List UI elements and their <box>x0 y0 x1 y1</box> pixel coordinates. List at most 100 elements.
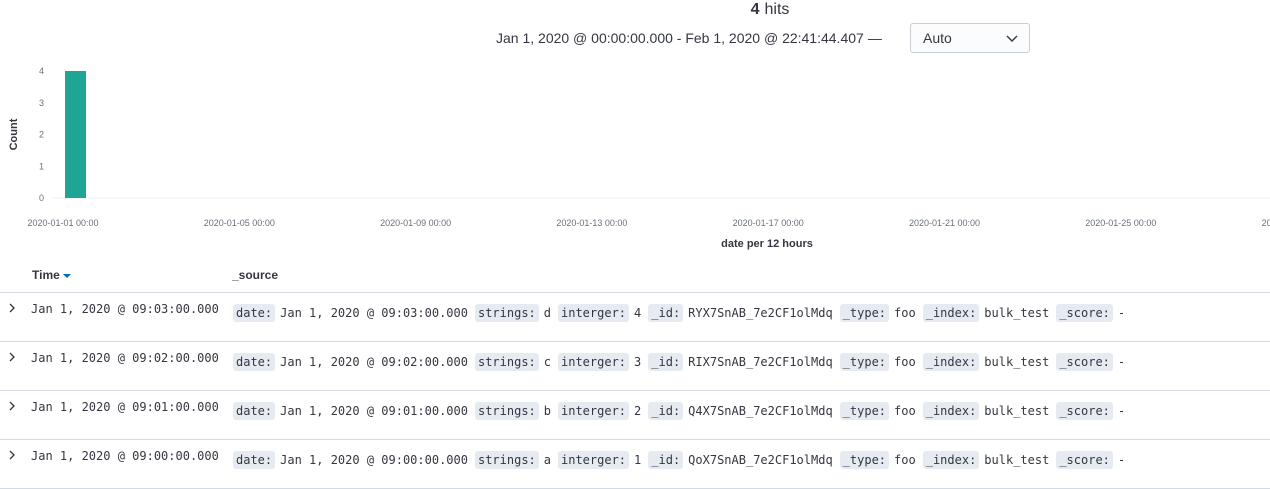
source-field-key: date: <box>233 402 276 420</box>
source-field-value: - <box>1117 355 1126 369</box>
source-field-key: _id: <box>648 304 684 322</box>
source-field-value: 2 <box>634 404 642 418</box>
x-axis-label: date per 12 hours <box>721 238 813 250</box>
row-time: Jan 1, 2020 @ 09:00:00.000 <box>31 449 219 463</box>
row-source: date: Jan 1, 2020 @ 09:01:00.000 strings: b… <box>233 402 1132 420</box>
source-field-value: 4 <box>634 306 642 320</box>
sort-descending-icon[interactable] <box>62 273 71 278</box>
column-header-source: _source <box>232 268 279 282</box>
time-range: Jan 1, 2020 @ 00:00:00.000 - Feb 1, 2020… <box>496 23 882 53</box>
y-tick-label: 4 <box>39 66 44 76</box>
chevron-down-icon <box>1006 35 1018 42</box>
row-source: date: Jan 1, 2020 @ 09:00:00.000 strings: a… <box>233 451 1132 469</box>
source-field-key: _index: <box>922 353 980 371</box>
hits-summary: 4 hits <box>0 0 1270 20</box>
source-field-key: _id: <box>648 451 684 469</box>
x-tick-label: 2020-01-25 00:00 <box>1085 218 1156 228</box>
source-field-value: Q4X7SnAB_7e2CF1olMdq <box>688 404 833 418</box>
source-field-key: _id: <box>648 402 684 420</box>
column-header-time[interactable]: Time <box>32 268 71 282</box>
source-field-key: _score: <box>1056 402 1113 420</box>
x-tick-label: 2020-01-21 00:00 <box>909 218 980 228</box>
source-field-value: 1 <box>634 453 642 467</box>
source-field-key: strings: <box>474 402 539 420</box>
row-time: Jan 1, 2020 @ 09:03:00.000 <box>31 302 219 316</box>
histogram-bar <box>65 71 86 198</box>
table-row: Jan 1, 2020 @ 09:02:00.000 date: Jan 1, 20… <box>0 341 1270 391</box>
source-field-key: interger: <box>558 402 630 420</box>
table-row: Jan 1, 2020 @ 09:00:00.000 date: Jan 1, 20… <box>0 439 1270 489</box>
source-field-value: - <box>1117 306 1126 320</box>
source-field-key: _type: <box>839 353 890 371</box>
row-time: Jan 1, 2020 @ 09:01:00.000 <box>31 400 219 414</box>
y-tick-label: 1 <box>39 161 44 171</box>
source-field-value: d <box>543 306 551 320</box>
source-field-key: date: <box>233 451 276 469</box>
source-field-value: foo <box>894 355 916 369</box>
table-header: Time _source <box>0 262 1270 293</box>
hits-count: 4 <box>750 1 760 18</box>
hits-label: hits <box>764 1 790 18</box>
expand-row-icon[interactable] <box>6 302 18 314</box>
y-tick-label: 3 <box>39 98 44 108</box>
source-field-value: - <box>1117 453 1126 467</box>
x-tick-label: 2020-01-13 00:00 <box>556 218 627 228</box>
source-field-value: Jan 1, 2020 @ 09:01:00.000 <box>280 404 468 418</box>
source-field-value: foo <box>894 453 916 467</box>
table-row: Jan 1, 2020 @ 09:03:00.000 date: Jan 1, 20… <box>0 292 1270 342</box>
row-source: date: Jan 1, 2020 @ 09:03:00.000 strings: d… <box>233 304 1132 322</box>
source-field-key: _index: <box>922 304 980 322</box>
y-tick-label: 2 <box>39 130 44 140</box>
x-tick-label: 2020-01-01 00:00 <box>27 218 98 228</box>
source-field-key: strings: <box>474 451 539 469</box>
source-field-value: bulk_test <box>984 306 1050 320</box>
source-field-value: Jan 1, 2020 @ 09:03:00.000 <box>280 306 468 320</box>
expand-row-icon[interactable] <box>6 400 18 412</box>
source-field-key: date: <box>233 304 276 322</box>
source-field-value: 3 <box>634 355 642 369</box>
time-range-separator: — <box>867 30 882 46</box>
table-row: Jan 1, 2020 @ 09:01:00.000 date: Jan 1, 20… <box>0 390 1270 440</box>
y-axis-label: Count <box>8 118 20 150</box>
source-field-value: foo <box>894 404 916 418</box>
x-tick-label: 2020-01-29 00:00 <box>1262 218 1270 228</box>
expand-row-icon[interactable] <box>6 351 18 363</box>
histogram-chart: 0 1 2 3 4 Count 2020-01-01 00:00 2020-01-05 00:… <box>8 66 1270 250</box>
source-field-key: date: <box>233 353 276 371</box>
source-field-value: bulk_test <box>984 404 1050 418</box>
source-field-value: b <box>543 404 551 418</box>
source-field-key: interger: <box>558 304 630 322</box>
interval-selected-value: Auto <box>923 30 952 46</box>
x-tick-label: 2020-01-05 00:00 <box>204 218 275 228</box>
interval-select[interactable]: Auto <box>910 23 1030 53</box>
source-field-key: interger: <box>558 451 630 469</box>
time-range-text: Jan 1, 2020 @ 00:00:00.000 - Feb 1, 2020… <box>496 30 864 46</box>
source-field-key: _type: <box>839 451 890 469</box>
source-field-value: Jan 1, 2020 @ 09:02:00.000 <box>280 355 468 369</box>
source-field-value: foo <box>894 306 916 320</box>
source-field-value: QoX7SnAB_7e2CF1olMdq <box>688 453 833 467</box>
source-field-value: RIX7SnAB_7e2CF1olMdq <box>688 355 833 369</box>
source-field-key: strings: <box>474 353 539 371</box>
source-field-key: _id: <box>648 353 684 371</box>
source-field-value: - <box>1117 404 1126 418</box>
source-field-value: c <box>543 355 551 369</box>
source-field-value: RYX7SnAB_7e2CF1olMdq <box>688 306 833 320</box>
source-field-key: _score: <box>1056 451 1113 469</box>
source-field-key: _type: <box>839 304 890 322</box>
x-tick-label: 2020-01-09 00:00 <box>380 218 451 228</box>
expand-row-icon[interactable] <box>6 449 18 461</box>
y-tick-label: 0 <box>39 193 44 203</box>
source-field-key: _score: <box>1056 353 1113 371</box>
source-field-key: strings: <box>474 304 539 322</box>
source-field-key: interger: <box>558 353 630 371</box>
source-field-value: bulk_test <box>984 355 1050 369</box>
row-source: date: Jan 1, 2020 @ 09:02:00.000 strings: c… <box>233 353 1132 371</box>
row-time: Jan 1, 2020 @ 09:02:00.000 <box>31 351 219 365</box>
source-field-key: _type: <box>839 402 890 420</box>
source-field-key: _index: <box>922 451 980 469</box>
source-field-key: _score: <box>1056 304 1113 322</box>
source-field-key: _index: <box>922 402 980 420</box>
x-tick-label: 2020-01-17 00:00 <box>733 218 804 228</box>
source-field-value: a <box>543 453 551 467</box>
